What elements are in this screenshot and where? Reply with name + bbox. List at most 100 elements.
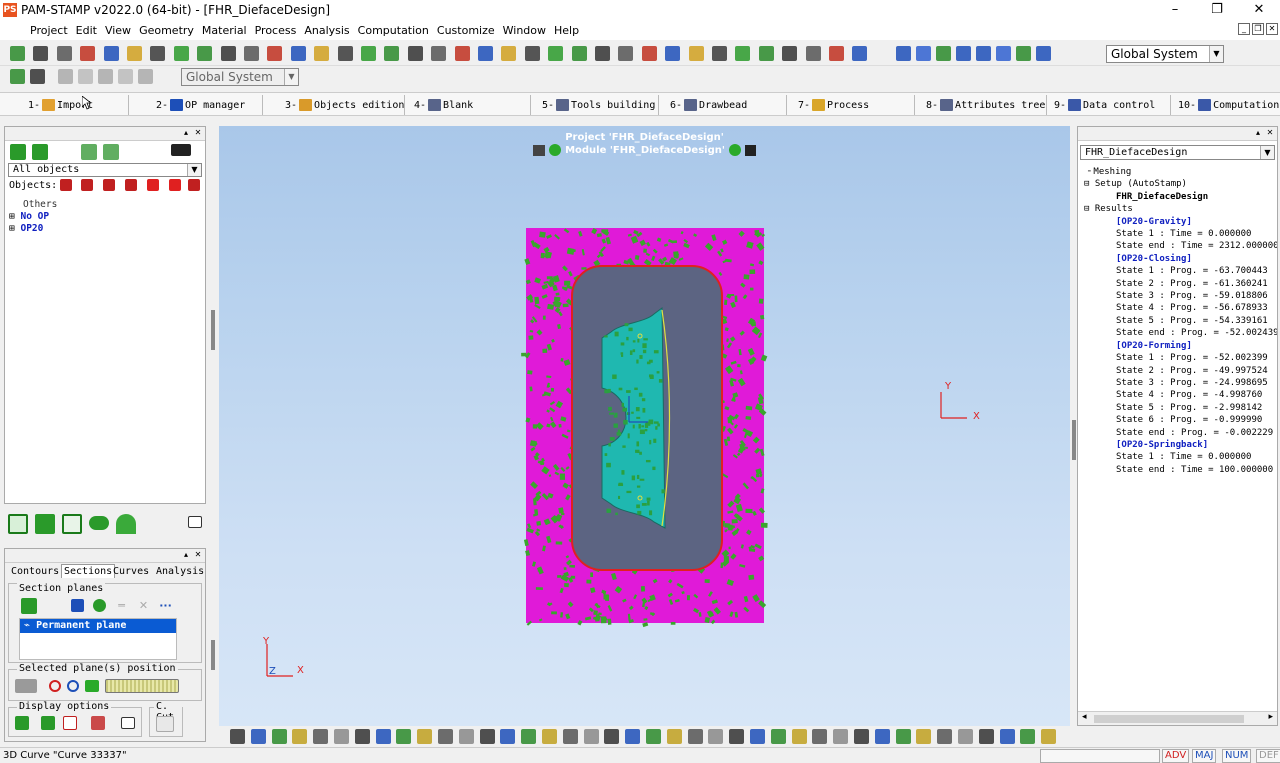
pin-icon[interactable]: ▴ xyxy=(181,550,191,560)
minus-icon[interactable]: ═ xyxy=(115,599,128,612)
close-button[interactable]: ✕ xyxy=(1238,0,1280,20)
toolbar-tool-icon[interactable] xyxy=(197,46,213,61)
view-orient-icon[interactable] xyxy=(976,46,991,61)
view-tool-icon[interactable] xyxy=(687,729,703,744)
results-selector[interactable]: FHR_DiefaceDesign ▼ xyxy=(1080,145,1275,160)
view-tool-icon[interactable] xyxy=(770,729,786,744)
toolbar-tool-icon[interactable] xyxy=(524,46,540,61)
arrow-down-icon[interactable] xyxy=(169,179,181,191)
results-tree-item[interactable]: [OP20-Springback] xyxy=(1082,439,1277,451)
coord-system-select[interactable]: Global System ▼ xyxy=(1106,45,1224,63)
tab-data-control[interactable]: 9- Data control xyxy=(1054,97,1155,113)
results-tree-item[interactable]: [OP20-Closing] xyxy=(1082,253,1277,265)
rotate-right-icon[interactable] xyxy=(67,680,79,692)
view-tool-icon[interactable] xyxy=(729,729,745,744)
results-tree-item[interactable]: State 1 : Prog. = -63.700443 xyxy=(1082,265,1277,277)
surface-icon[interactable] xyxy=(35,514,55,534)
toolbar-tool-disabled-icon[interactable] xyxy=(138,69,153,84)
view-tool-icon[interactable] xyxy=(230,729,245,744)
view-tool-icon[interactable] xyxy=(438,729,453,744)
view-tool-icon[interactable] xyxy=(396,729,412,744)
object-filter-icon[interactable] xyxy=(125,179,137,191)
toolbar-tool-icon[interactable] xyxy=(244,46,259,61)
toolbar-tool-icon[interactable] xyxy=(454,46,470,61)
expand-icon[interactable]: ⊞ xyxy=(9,223,15,234)
objects-filter-select[interactable]: All objects ▼ xyxy=(8,163,202,177)
show-all-icon[interactable] xyxy=(10,144,26,160)
expand-icon[interactable]: ⊞ xyxy=(9,211,15,222)
toolbar-tool-icon[interactable] xyxy=(829,46,844,61)
shell-icon[interactable] xyxy=(116,514,136,534)
tab-sections[interactable]: Sections xyxy=(61,564,116,578)
hide-all-icon[interactable] xyxy=(32,144,48,160)
results-tree-item[interactable]: State end : Time = 2312.000000 xyxy=(1082,240,1277,252)
menu-edit[interactable]: Edit xyxy=(72,24,101,37)
tab-blank[interactable]: 4- Blank xyxy=(414,97,473,113)
view-tool-icon[interactable] xyxy=(250,729,266,744)
toolbar-tool-icon[interactable] xyxy=(571,46,587,61)
view-orient-icon[interactable] xyxy=(1036,46,1051,61)
menu-computation[interactable]: Computation xyxy=(354,24,433,37)
view-tool-icon[interactable] xyxy=(625,729,641,744)
toolbar-tool-icon[interactable] xyxy=(501,46,517,61)
view-tool-icon[interactable] xyxy=(854,729,869,744)
results-tree-item[interactable]: [OP20-Forming] xyxy=(1082,340,1277,352)
view-tool-icon[interactable] xyxy=(708,729,724,744)
view-tool-icon[interactable] xyxy=(458,729,474,744)
view-tool-icon[interactable] xyxy=(604,729,620,744)
toolbar-tool-icon[interactable] xyxy=(805,46,821,61)
curve-icon[interactable] xyxy=(89,516,109,530)
view-tool-icon[interactable] xyxy=(1020,729,1036,744)
toolbar-tool-icon[interactable] xyxy=(10,46,25,61)
toolbar-tool-icon[interactable] xyxy=(618,46,634,61)
view-tool-icon[interactable] xyxy=(521,729,537,744)
toolbar-tool-icon[interactable] xyxy=(337,46,353,61)
position-tool-icon[interactable] xyxy=(15,679,37,693)
view-tool-icon[interactable] xyxy=(937,729,953,744)
menu-window[interactable]: Window xyxy=(499,24,550,37)
view-tool-icon[interactable] xyxy=(417,729,433,744)
menu-process[interactable]: Process xyxy=(251,24,301,37)
menu-material[interactable]: Material xyxy=(198,24,251,37)
pin-icon[interactable]: ▴ xyxy=(181,128,191,138)
close-icon[interactable]: ✕ xyxy=(1265,128,1275,138)
view-tool-icon[interactable] xyxy=(562,729,578,744)
view-tool-icon[interactable] xyxy=(354,729,370,744)
menu-geometry[interactable]: Geometry xyxy=(135,24,198,37)
position-slider[interactable] xyxy=(105,679,179,693)
minimize-button[interactable]: – xyxy=(1154,0,1196,20)
view-tool-icon[interactable] xyxy=(334,729,349,744)
results-tree-item[interactable]: State 1 : Time = 0.000000 xyxy=(1082,228,1277,240)
horizontal-scrollbar[interactable]: ◂ ▸ xyxy=(1078,711,1277,725)
toolbar-tool-icon[interactable] xyxy=(10,69,25,84)
toolbar-tool-icon[interactable] xyxy=(80,46,96,61)
close-icon[interactable]: ✕ xyxy=(193,550,203,560)
scroll-left-icon[interactable]: ◂ xyxy=(1082,712,1087,722)
maximize-button[interactable]: ❐ xyxy=(1196,0,1238,20)
display-cut-icon[interactable] xyxy=(63,716,77,730)
toolbar-tool-icon[interactable] xyxy=(56,46,72,61)
toolbar-tool-icon[interactable] xyxy=(548,46,564,61)
translate-icon[interactable] xyxy=(85,680,99,692)
close-icon[interactable]: ✕ xyxy=(193,128,203,138)
toolbar-tool-icon[interactable] xyxy=(688,46,704,61)
toolbar-tool-icon[interactable] xyxy=(712,46,727,61)
tree-item-others[interactable]: Others xyxy=(9,199,205,211)
results-tree-item[interactable]: State 3 : Prog. = -59.018806 xyxy=(1082,290,1277,302)
tab-contours[interactable]: Contours xyxy=(11,566,59,577)
toolbar-tool-disabled-icon[interactable] xyxy=(118,69,133,84)
toolbar-tool-icon[interactable] xyxy=(33,46,49,61)
menu-customize[interactable]: Customize xyxy=(433,24,499,37)
refresh-icon[interactable] xyxy=(93,599,106,612)
results-tree-item[interactable]: FHR_DiefaceDesign xyxy=(1082,191,1277,203)
menu-analysis[interactable]: Analysis xyxy=(300,24,353,37)
display-mesh-icon[interactable] xyxy=(41,716,55,730)
left-splitter[interactable] xyxy=(211,310,215,350)
mdi-restore-icon[interactable]: ❐ xyxy=(1252,23,1264,35)
toolbar-tool-icon[interactable] xyxy=(478,46,493,61)
view-orient-icon[interactable] xyxy=(896,46,911,61)
results-tree-item[interactable]: State 5 : Prog. = -54.339161 xyxy=(1082,315,1277,327)
toolbar-tool-disabled-icon[interactable] xyxy=(58,69,73,84)
view-tool-icon[interactable] xyxy=(895,729,911,744)
outline-icon[interactable] xyxy=(62,514,82,534)
